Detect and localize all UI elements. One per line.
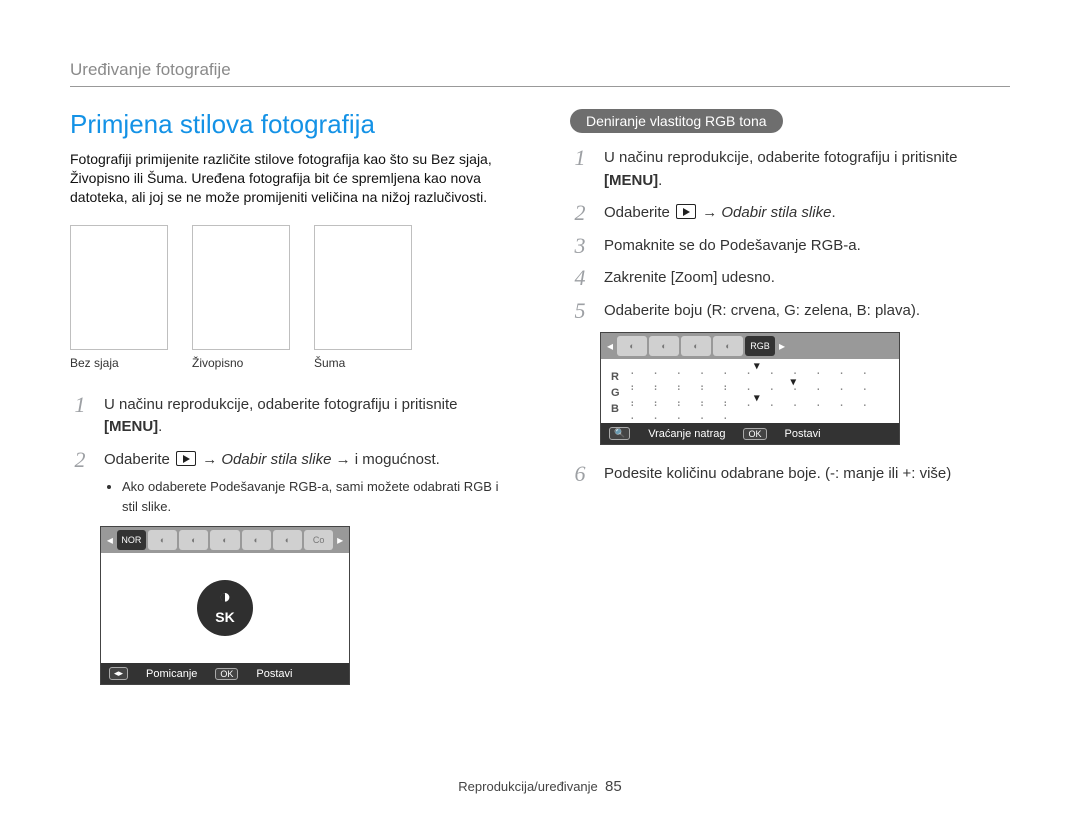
step-number: 4: [570, 267, 590, 289]
step-link: Odabir stila slike: [221, 451, 331, 468]
thumb-label: Bez sjaja: [70, 356, 168, 370]
footer-label: Pomicanje: [146, 668, 197, 680]
step-number: 2: [570, 202, 590, 224]
footer-label: Postavi: [256, 668, 292, 680]
step-number: 3: [570, 235, 590, 257]
prev-icon: ◂: [605, 339, 615, 353]
thumb-soft: [70, 225, 168, 350]
step-3: 3 Pomaknite se do Podešavanje RGB-a.: [570, 235, 1010, 258]
subheading: Deniranje vlastitog RGB tona: [570, 109, 783, 133]
style-chip: ◐: [681, 336, 711, 356]
step-text: Odaberite: [604, 204, 674, 221]
style-chip: ◐: [242, 530, 271, 550]
step-6: 6 Podesite količinu odabrane boje. (-: m…: [570, 463, 1010, 486]
style-chip: ◐: [713, 336, 743, 356]
section-title: Primjena stilova fotografija: [70, 109, 510, 140]
playback-icon: [176, 451, 196, 466]
step-text: U načinu reprodukcije, odaberite fotogra…: [104, 396, 458, 413]
style-strip: ◂ NOR ◐ ◐ ◐ ◐ ◐ Co ▸: [101, 527, 349, 553]
style-chip: Co: [304, 530, 333, 550]
step-text: Podesite količinu odabrane boje. (-: man…: [604, 463, 1010, 486]
step-text: .: [158, 418, 162, 435]
next-icon: ▸: [335, 533, 345, 547]
step-number: 5: [570, 300, 590, 322]
step-2: 2 Odaberite → Odabir stila slike → i mog…: [70, 449, 510, 517]
step-2: 2 Odaberite → Odabir stila slike.: [570, 202, 1010, 225]
step-text: →: [702, 204, 721, 221]
rgb-sliders: R . . . . . . . . . . . . . . . .▼ G . .…: [601, 359, 899, 423]
style-ui-panel: ◂ NOR ◐ ◐ ◐ ◐ ◐ Co ▸ SK ◂▸ Pom: [100, 526, 350, 685]
step-number: 1: [570, 147, 590, 169]
style-chip: NOR: [117, 530, 146, 550]
page-footer: Reprodukcija/uređivanje 85: [0, 778, 1080, 795]
step-text: →: [202, 451, 221, 468]
ui-footer: 🔍 Vraćanje natrag OK Postavi: [601, 423, 899, 444]
breadcrumb: Uređivanje fotografije: [70, 60, 1010, 87]
intro-paragraph: Fotografiji primijenite različite stilov…: [70, 150, 510, 207]
footer-label: Vraćanje natrag: [648, 428, 725, 440]
menu-key: [MENU]: [104, 418, 158, 435]
rgb-cursor: ▼: [754, 361, 765, 372]
thumb-labels: Bez sjaja Živopisno Šuma: [70, 356, 510, 370]
rgb-ui-panel: ◂ ◐ ◐ ◐ ◐ RGB ▸ R . . . . . . . . . . . …: [600, 332, 900, 445]
thumb-forest: [314, 225, 412, 350]
step-bullet: Ako odaberete Podešavanje RGB-a, sami mo…: [122, 477, 510, 516]
rgb-row-b: B . . . . . . . . . . . . . . . .▼: [611, 401, 889, 417]
style-chip: ◐: [148, 530, 177, 550]
step-4: 4 Zakrenite [Zoom] udesno.: [570, 267, 1010, 290]
zoom-key: 🔍: [609, 427, 630, 440]
style-preview: SK: [101, 553, 349, 663]
footer-section: Reprodukcija/uređivanje: [458, 779, 597, 794]
step-5: 5 Odaberite boju (R: crvena, G: zelena, …: [570, 300, 1010, 323]
rgb-cursor: ▼: [790, 377, 801, 388]
step-1: 1 U načinu reprodukcije, odaberite fotog…: [70, 394, 510, 439]
ok-key: OK: [215, 668, 238, 680]
style-chip: ◐: [210, 530, 239, 550]
arrows-key: ◂▸: [109, 667, 128, 680]
palette-badge: SK: [197, 580, 253, 636]
step-number: 2: [70, 449, 90, 471]
style-chip: ◐: [649, 336, 679, 356]
ui-footer: ◂▸ Pomicanje OK Postavi: [101, 663, 349, 684]
thumb-label: Živopisno: [192, 356, 290, 370]
style-chip-rgb: RGB: [745, 336, 775, 356]
step-text: Zakrenite [Zoom] udesno.: [604, 267, 1010, 290]
step-text: U načinu reprodukcije, odaberite fotogra…: [604, 149, 958, 166]
step-text: → i mogućnost.: [336, 451, 440, 468]
step-text: .: [831, 204, 835, 221]
step-link: Odabir stila slike: [721, 204, 831, 221]
rgb-cursor: ▼: [754, 393, 765, 404]
step-text: Odaberite: [104, 451, 174, 468]
style-chip: ◐: [617, 336, 647, 356]
footer-label: Postavi: [785, 428, 821, 440]
style-chip: ◐: [179, 530, 208, 550]
step-text: Odaberite boju (R: crvena, G: zelena, B:…: [604, 300, 1010, 323]
thumb-label: Šuma: [314, 356, 412, 370]
page-number: 85: [605, 778, 622, 795]
right-column: Deniranje vlastitog RGB tona 1 U načinu …: [570, 109, 1010, 685]
thumb-vivid: [192, 225, 290, 350]
step-1: 1 U načinu reprodukcije, odaberite fotog…: [570, 147, 1010, 192]
playback-icon: [676, 204, 696, 219]
step-text: .: [658, 172, 662, 189]
step-number: 1: [70, 394, 90, 416]
left-column: Primjena stilova fotografija Fotografiji…: [70, 109, 510, 685]
step-text: Pomaknite se do Podešavanje RGB-a.: [604, 235, 1010, 258]
rgb-strip: ◂ ◐ ◐ ◐ ◐ RGB ▸: [601, 333, 899, 359]
style-thumbnails: [70, 225, 510, 350]
ok-key: OK: [743, 428, 766, 440]
prev-icon: ◂: [105, 533, 115, 547]
menu-key: [MENU]: [604, 172, 658, 189]
step-number: 6: [570, 463, 590, 485]
style-chip: ◐: [273, 530, 302, 550]
next-icon: ▸: [777, 339, 787, 353]
